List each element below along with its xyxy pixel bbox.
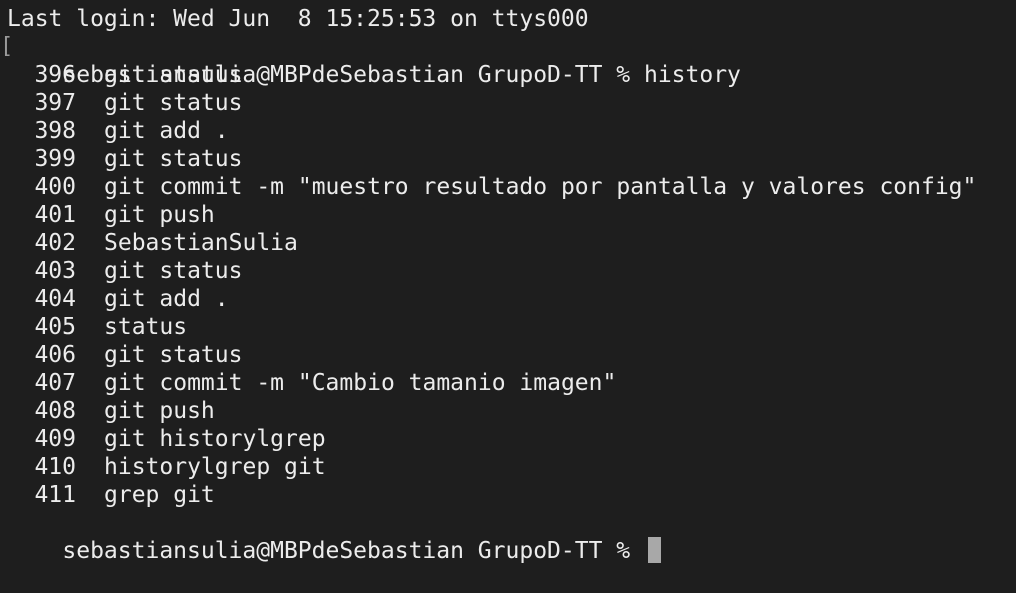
history-entry: 404 git add . [0,285,1016,313]
history-entry-number: 401 [34,202,76,228]
history-entry-number: 404 [34,286,76,312]
history-entry-number: 398 [34,118,76,144]
current-prompt-line[interactable]: sebastiansulia@MBPdeSebastian GrupoD-TT … [0,509,1016,564]
history-command-line: [ sebastiansulia@MBPdeSebastian GrupoD-TT… [0,33,1016,88]
history-entry-command: status [104,314,188,340]
terminal-window[interactable]: Last login: Wed Jun 8 15:25:53 on ttys00… [0,0,1016,564]
history-entry-command: git push [104,202,215,228]
history-entry-command: git status [104,146,243,172]
history-entry-number: 399 [34,146,76,172]
history-entry-number: 405 [34,314,76,340]
mark-bracket: [ [0,34,14,59]
history-entry: 405 status [0,313,1016,341]
history-entry: 402 SebastianSulia [0,229,1016,257]
history-entry-number: 408 [34,398,76,424]
history-entry-number: 411 [34,482,76,508]
history-entry-command: git status [104,342,243,368]
history-entry-command: git historylgrep [104,426,326,452]
history-entry-number: 410 [34,454,76,480]
history-entry-number: 403 [34,258,76,284]
history-entry-command: SebastianSulia [104,230,298,256]
history-entry-command: git commit -m "Cambio tamanio imagen" [104,370,617,396]
history-entry: 400 git commit -m "muestro resultado por … [0,173,1016,201]
last-login-line: Last login: Wed Jun 8 15:25:53 on ttys00… [7,6,589,32]
history-entry: 397 git status [0,89,1016,117]
history-entry: 399 git status [0,145,1016,173]
history-entry-number: 407 [34,370,76,396]
history-entry-command: grep git [104,482,215,508]
history-entry-command: git status [104,90,243,116]
history-entry-command: git status [104,258,243,284]
history-entry-number: 409 [34,426,76,452]
history-entry: 407 git commit -m "Cambio tamanio imagen" [0,369,1016,397]
history-entry: 406 git status [0,341,1016,369]
history-entry: 403 git status [0,257,1016,285]
history-entry-command: git commit -m "muestro resultado por pan… [104,174,977,200]
history-entry-number: 400 [34,174,76,200]
history-entry: 408 git push [0,397,1016,425]
history-entry: 409 git historylgrep [0,425,1016,453]
prompt-text: sebastiansulia@MBPdeSebastian GrupoD-TT … [62,62,741,88]
prompt-text: sebastiansulia@MBPdeSebastian GrupoD-TT … [62,538,644,564]
history-entry: 398 git add . [0,117,1016,145]
history-entry: 401 git push [0,201,1016,229]
history-entry-number: 402 [34,230,76,256]
history-output: 396 git status 397 git status 398 git add . 39… [0,61,1016,509]
history-entry-command: historylgrep git [104,454,326,480]
history-entry-command: git push [104,398,215,424]
cursor-block [647,537,661,563]
history-entry-command: git add . [104,286,229,312]
history-entry: 410 historylgrep git [0,453,1016,481]
history-entry-command: git add . [104,118,229,144]
history-entry-number: 406 [34,342,76,368]
history-entry: 411 grep git [0,481,1016,509]
